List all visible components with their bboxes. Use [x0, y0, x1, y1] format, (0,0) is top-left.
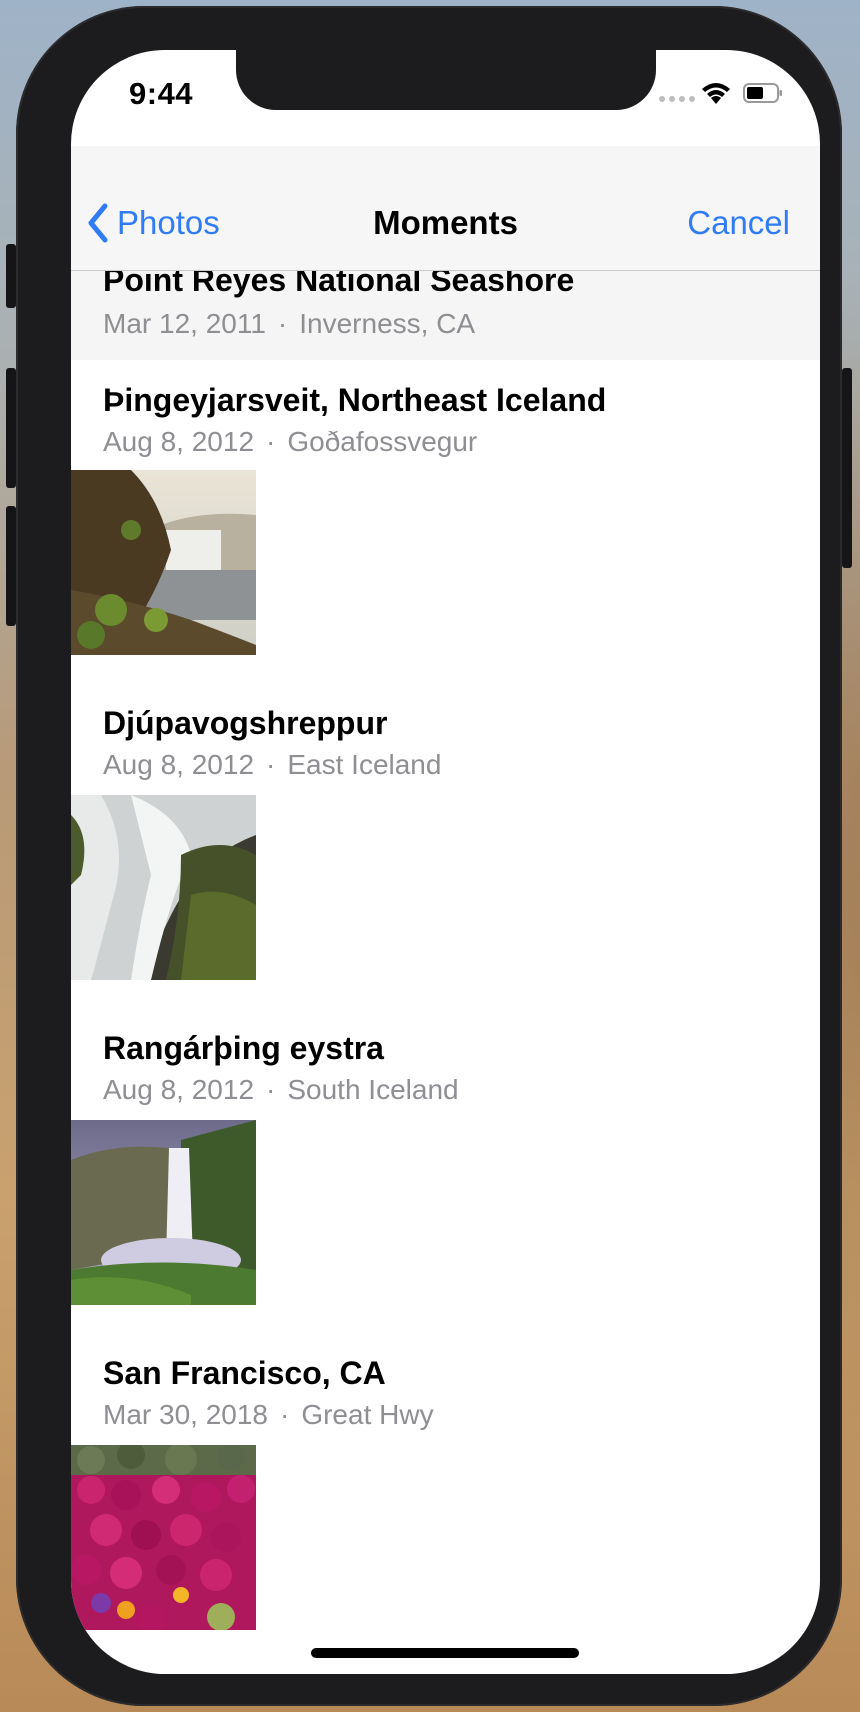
moment-location: East Iceland [287, 749, 442, 780]
separator-dot: · [266, 1074, 276, 1105]
phone-screen: 9:44 Photos Moments Cancel Point Reyes N… [71, 50, 820, 1674]
wifi-icon [702, 83, 730, 104]
notch [236, 50, 656, 110]
photo-thumbnail[interactable] [71, 1445, 256, 1630]
power-button [842, 368, 852, 568]
moment-section: Þingeyjarsveit, Northeast Iceland Aug 8,… [71, 360, 820, 685]
iphone-frame: 9:44 Photos Moments Cancel Point Reyes N… [6, 6, 852, 1706]
moment-subtitle: Aug 8, 2012 · East Iceland [103, 749, 441, 781]
separator-dot: · [266, 426, 276, 457]
moment-date: Aug 8, 2012 [103, 426, 255, 457]
moment-section: Rangárþing eystra Aug 8, 2012 · South Icel… [71, 1010, 820, 1335]
moment-subtitle: Mar 30, 2018 · Great Hwy [103, 1399, 434, 1431]
cellular-signal-icon [659, 96, 695, 102]
moment-title[interactable]: San Francisco, CA [103, 1355, 386, 1392]
moment-title[interactable]: Rangárþing eystra [103, 1030, 384, 1067]
separator-dot: · [280, 1399, 290, 1430]
photo-thumbnail[interactable] [71, 795, 256, 980]
moment-location: Inverness, CA [299, 308, 476, 339]
photo-thumbnail[interactable] [71, 470, 256, 655]
moment-subtitle: Aug 8, 2012 · Goðafossvegur [103, 426, 477, 458]
home-indicator[interactable] [311, 1648, 579, 1658]
moment-location: Great Hwy [301, 1399, 434, 1430]
moment-subtitle: Aug 8, 2012 · South Iceland [103, 1074, 459, 1106]
photo-thumbnail[interactable] [71, 1120, 256, 1305]
status-time: 9:44 [129, 76, 194, 111]
separator-dot: · [277, 308, 288, 339]
moment-subtitle: Mar 12, 2011 · Inverness, CA [103, 308, 475, 340]
moment-title[interactable]: Djúpavogshreppur [103, 705, 387, 742]
moment-location: South Iceland [287, 1074, 459, 1105]
moment-date: Mar 12, 2011 [103, 308, 266, 339]
moment-date: Aug 8, 2012 [103, 749, 255, 780]
volume-up-button [6, 368, 16, 488]
moment-title[interactable]: Þingeyjarsveit, Northeast Iceland [103, 382, 606, 419]
moment-date: Mar 30, 2018 [103, 1399, 268, 1430]
moments-list[interactable]: Point Reyes National Seashore Mar 12, 20… [71, 230, 820, 1674]
moment-section: San Francisco, CA Mar 30, 2018 · Great Hwy [71, 1335, 820, 1660]
navigation-bar: Photos Moments Cancel [71, 146, 820, 271]
battery-icon [743, 83, 782, 103]
moment-location: Goðafossvegur [287, 426, 478, 457]
volume-down-button [6, 506, 16, 626]
moment-section: Djúpavogshreppur Aug 8, 2012 · East Icelan… [71, 685, 820, 1010]
moment-date: Aug 8, 2012 [103, 1074, 255, 1105]
mute-switch [6, 244, 16, 308]
cancel-button[interactable]: Cancel [687, 204, 790, 242]
separator-dot: · [266, 749, 276, 780]
